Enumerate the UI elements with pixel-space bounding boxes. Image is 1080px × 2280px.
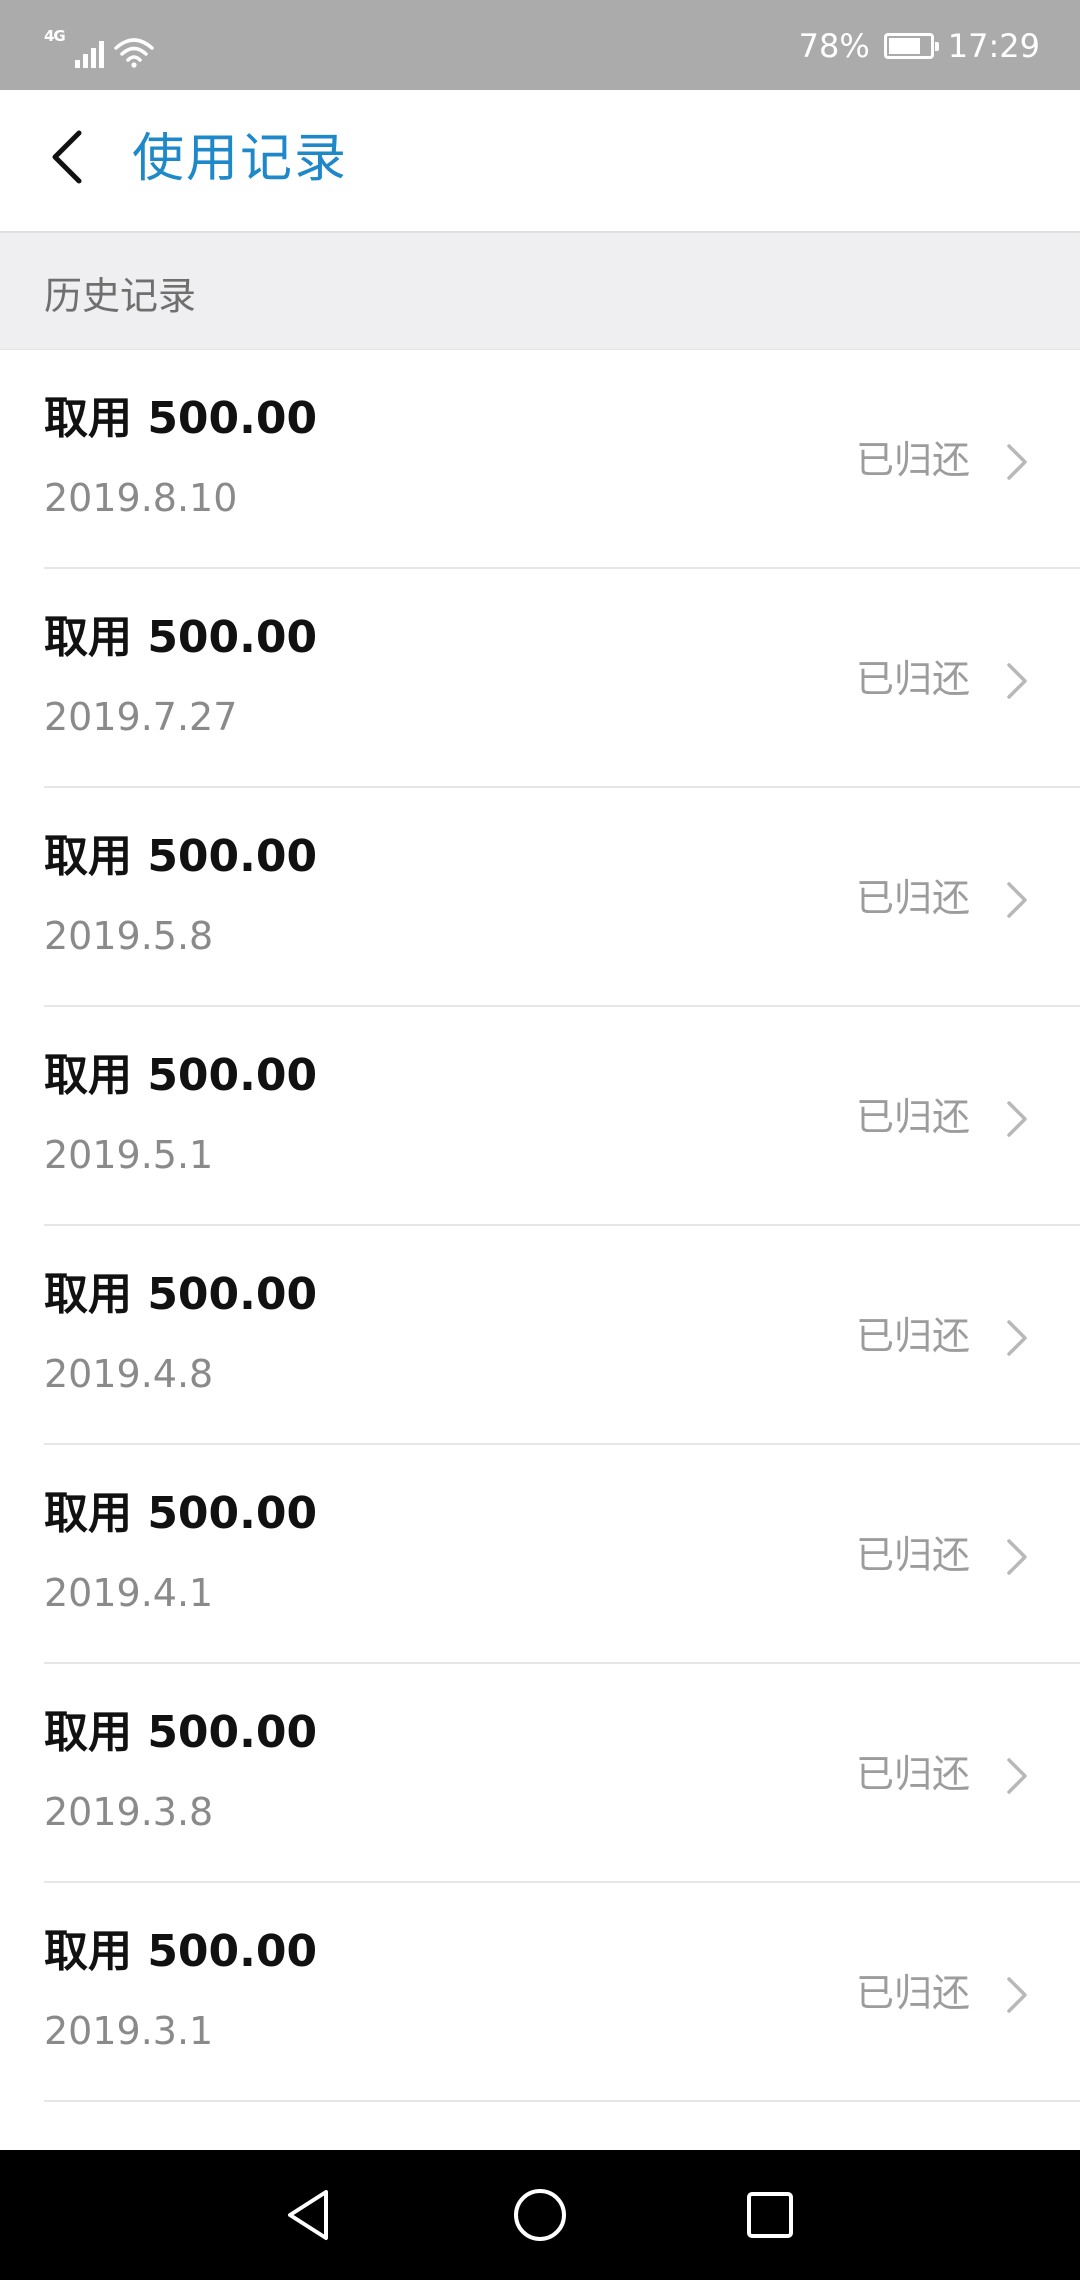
signal-icon <box>74 38 104 68</box>
battery-icon <box>883 33 939 59</box>
battery-percent: 78% <box>798 27 870 65</box>
page-title: 使用记录 <box>132 129 349 189</box>
record-date: 2019.4.8 <box>44 1352 214 1396</box>
section-header: 历史记录 <box>0 233 1080 350</box>
record-row[interactable]: 取用 500.00 2019.5.8 已归还 <box>0 788 1080 1007</box>
record-status: 已归还 <box>855 1095 970 1139</box>
chevron-right-icon <box>1007 1539 1027 1575</box>
nav-back-button[interactable] <box>276 2183 340 2247</box>
network-type-label: 4G <box>44 27 66 45</box>
record-amount: 取用 500.00 <box>44 1269 318 1320</box>
record-date: 2019.4.1 <box>44 1571 214 1615</box>
record-status: 已归还 <box>855 1971 970 2015</box>
record-amount: 取用 500.00 <box>44 393 318 444</box>
chevron-left-icon <box>52 130 82 184</box>
record-date: 2019.5.8 <box>44 914 214 958</box>
nav-recents-button[interactable] <box>738 2183 802 2247</box>
record-row[interactable]: 取用 500.00 2019.3.8 已归还 <box>0 1664 1080 1883</box>
record-row[interactable]: 取用 500.00 2019.4.8 已归还 <box>0 1226 1080 1445</box>
status-right: 78% 17:29 <box>799 22 1040 70</box>
back-button[interactable] <box>30 120 104 194</box>
status-left: 4G <box>44 24 154 68</box>
record-row[interactable]: 取用 500.00 2019.4.1 已归还 <box>0 1445 1080 1664</box>
chevron-right-icon <box>1007 444 1027 480</box>
chevron-right-icon <box>1007 1101 1027 1137</box>
record-amount: 取用 500.00 <box>44 1050 318 1101</box>
record-row[interactable]: 取用 500.00 2019.3.1 已归还 <box>0 1883 1080 2102</box>
record-date: 2019.7.27 <box>44 695 238 739</box>
circle-home-icon <box>514 2189 566 2241</box>
record-row[interactable]: 取用 500.00 2019.7.27 已归还 <box>0 569 1080 788</box>
record-list: 取用 500.00 2019.8.10 已归还 取用 500.00 2019.7… <box>0 350 1080 2102</box>
record-date: 2019.3.8 <box>44 1790 214 1834</box>
square-recents-icon <box>747 2192 793 2238</box>
record-status: 已归还 <box>855 657 970 701</box>
battery-level-fill <box>888 38 920 54</box>
wifi-icon <box>114 38 154 68</box>
record-amount: 取用 500.00 <box>44 612 318 663</box>
record-date: 2019.3.1 <box>44 2009 214 2053</box>
status-time: 17:29 <box>947 27 1040 65</box>
record-status: 已归还 <box>855 438 970 482</box>
chevron-right-icon <box>1007 663 1027 699</box>
triangle-back-icon <box>288 2190 328 2240</box>
record-status: 已归还 <box>855 1314 970 1358</box>
section-title: 历史记录 <box>44 274 197 318</box>
record-amount: 取用 500.00 <box>44 1707 318 1758</box>
chevron-right-icon <box>1007 1977 1027 2013</box>
app-header: 使用记录 <box>0 90 1080 233</box>
record-amount: 取用 500.00 <box>44 831 318 882</box>
system-nav-bar <box>0 2150 1080 2280</box>
chevron-right-icon <box>1007 1320 1027 1356</box>
chevron-right-icon <box>1007 882 1027 918</box>
record-row[interactable]: 取用 500.00 2019.5.1 已归还 <box>0 1007 1080 1226</box>
status-bar: 4G 78% 17:29 <box>0 0 1080 90</box>
nav-home-button[interactable] <box>508 2183 572 2247</box>
record-amount: 取用 500.00 <box>44 1926 318 1977</box>
record-status: 已归还 <box>855 1752 970 1796</box>
record-amount: 取用 500.00 <box>44 1488 318 1539</box>
record-row[interactable]: 取用 500.00 2019.8.10 已归还 <box>0 350 1080 569</box>
chevron-right-icon <box>1007 1758 1027 1794</box>
record-status: 已归还 <box>855 1533 970 1577</box>
record-date: 2019.8.10 <box>44 476 238 520</box>
screen: 4G 78% 17:29 使用记录 历史记录 取用 500.00 2019.8.… <box>0 0 1080 2280</box>
record-status: 已归还 <box>855 876 970 920</box>
record-date: 2019.5.1 <box>44 1133 214 1177</box>
